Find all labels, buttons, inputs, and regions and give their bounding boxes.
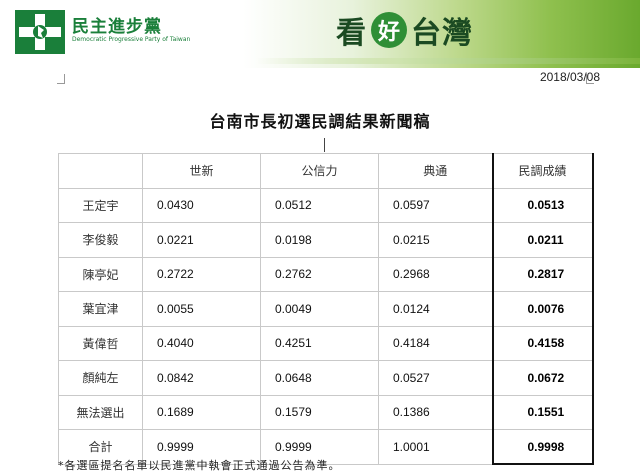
table-header-row: 世新 公信力 典通 民調成績	[58, 153, 594, 189]
poll-value: 0.0648	[260, 360, 379, 396]
poll-results-table: 世新 公信力 典通 民調成績 王定宇 0.0430 0.0512 0.0597 …	[58, 153, 594, 465]
poll-value: 0.2722	[142, 256, 261, 292]
table-row: 李俊毅 0.0221 0.0198 0.0215 0.0211	[58, 222, 594, 258]
table-row: 黃偉哲 0.4040 0.4251 0.4184 0.4158	[58, 325, 594, 361]
poll-score: 0.4158	[491, 325, 594, 361]
banner-stripe	[0, 58, 640, 64]
poll-score: 0.1551	[491, 394, 594, 430]
poll-value: 0.0597	[378, 187, 493, 223]
poll-score: 0.0076	[491, 291, 594, 327]
slogan-part-2: 好	[371, 12, 407, 48]
header-banner: 民主進步黨 Democratic Progressive Party of Ta…	[0, 0, 640, 68]
poll-score: 0.2817	[491, 256, 594, 292]
column-header-diantong: 典通	[378, 153, 493, 189]
total-poll-score: 0.9998	[491, 429, 594, 465]
poll-value: 0.0221	[142, 222, 261, 258]
candidate-name: 無法選出	[58, 394, 143, 430]
total-value: 1.0001	[378, 429, 493, 465]
slogan: 看 好 台灣	[336, 10, 473, 51]
poll-value: 0.0512	[260, 187, 379, 223]
margin-crop-mark-left	[57, 74, 65, 84]
poll-value: 0.1386	[378, 394, 493, 430]
table-row: 王定宇 0.0430 0.0512 0.0597 0.0513	[58, 187, 594, 223]
poll-score: 0.0513	[491, 187, 594, 223]
poll-value: 0.1689	[142, 394, 261, 430]
poll-score: 0.0672	[491, 360, 594, 396]
poll-value: 0.0124	[378, 291, 493, 327]
document-title: 台南市長初選民調結果新聞稿	[209, 112, 431, 131]
poll-value: 0.2968	[378, 256, 493, 292]
column-header-shih-hsin: 世新	[142, 153, 261, 189]
poll-value: 0.4184	[378, 325, 493, 361]
poll-value: 0.1579	[260, 394, 379, 430]
slogan-part-1: 看	[336, 16, 367, 51]
dpp-logo-icon	[14, 9, 66, 55]
poll-value: 0.4040	[142, 325, 261, 361]
release-date: 2018/03/08	[539, 70, 600, 84]
poll-value: 0.4251	[260, 325, 379, 361]
candidate-name: 葉宜津	[58, 291, 143, 327]
poll-score: 0.0211	[491, 222, 594, 258]
poll-value: 0.0215	[378, 222, 493, 258]
party-name-en: Democratic Progressive Party of Taiwan	[72, 36, 191, 43]
candidate-name: 顏純左	[58, 360, 143, 396]
table-row: 無法選出 0.1689 0.1579 0.1386 0.1551	[58, 394, 594, 430]
slogan-part-3: 台灣	[411, 16, 473, 51]
footnote: *各選區提名名單以民進黨中執會正式通過公告為準。	[58, 459, 341, 472]
column-header-poll-score: 民調成績	[491, 153, 594, 189]
candidate-name: 李俊毅	[58, 222, 143, 258]
column-header-name	[58, 153, 143, 189]
poll-value: 0.0527	[378, 360, 493, 396]
poll-value: 0.2762	[260, 256, 379, 292]
table-row: 顏純左 0.0842 0.0648 0.0527 0.0672	[58, 360, 594, 396]
poll-value: 0.0198	[260, 222, 379, 258]
table-row: 陳亭妃 0.2722 0.2762 0.2968 0.2817	[58, 256, 594, 292]
poll-value: 0.0842	[142, 360, 261, 396]
title-divider-tick	[324, 138, 325, 152]
poll-value: 0.0049	[260, 291, 379, 327]
candidate-name: 陳亭妃	[58, 256, 143, 292]
candidate-name: 黃偉哲	[58, 325, 143, 361]
table-row: 葉宜津 0.0055 0.0049 0.0124 0.0076	[58, 291, 594, 327]
candidate-name: 王定宇	[58, 187, 143, 223]
poll-value: 0.0055	[142, 291, 261, 327]
column-header-gongxinli: 公信力	[260, 153, 379, 189]
poll-value: 0.0430	[142, 187, 261, 223]
party-name: 民主進步黨	[72, 17, 162, 37]
